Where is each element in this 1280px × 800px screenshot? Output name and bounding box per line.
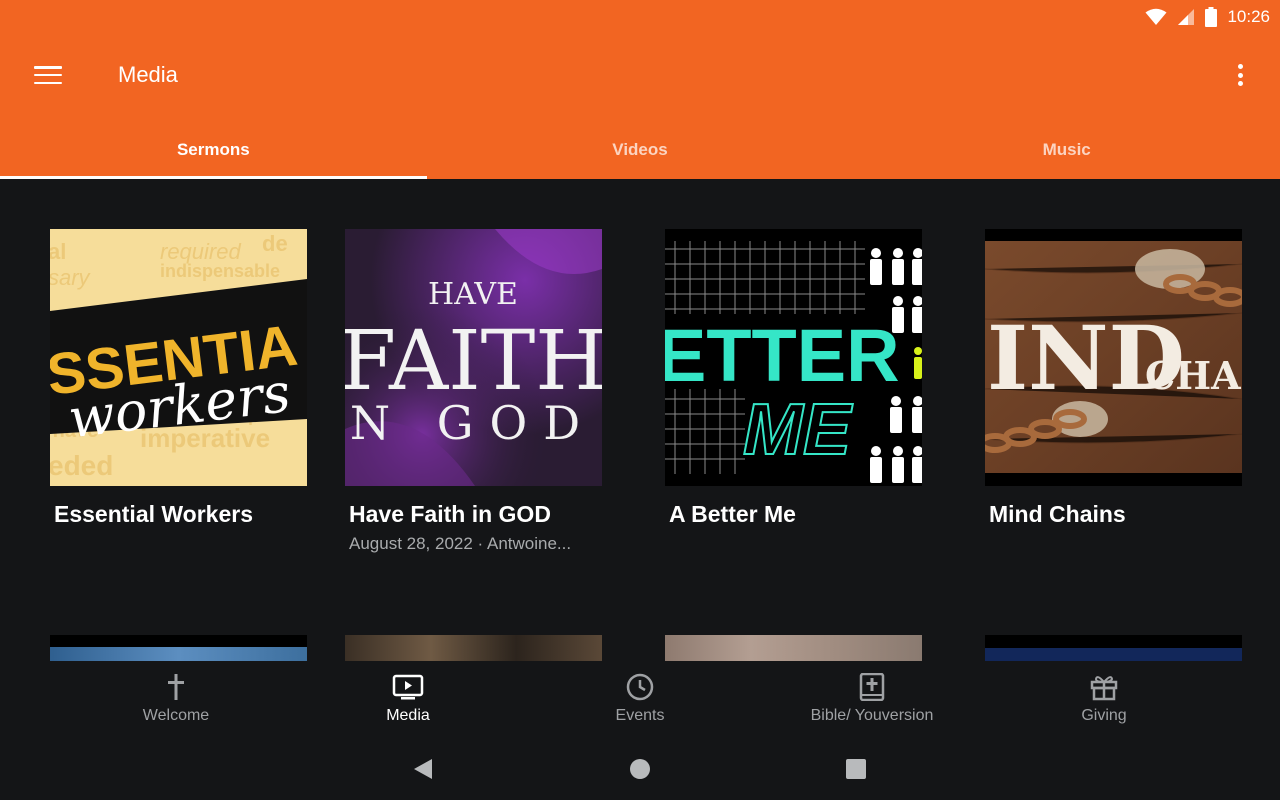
svg-text:indispensable: indispensable (160, 261, 280, 281)
recents-icon[interactable] (845, 758, 867, 780)
sermon-card[interactable]: IND CHAI Mind Chains (985, 229, 1242, 528)
nav-media[interactable]: Media (308, 661, 508, 741)
nav-giving[interactable]: Giving (1004, 661, 1204, 741)
nav-welcome[interactable]: Welcome (76, 661, 276, 741)
wifi-icon (1145, 8, 1167, 25)
svg-text:de: de (262, 231, 288, 256)
sermon-title: Mind Chains (989, 501, 1126, 527)
nav-bible[interactable]: Bible/ Youversion (772, 661, 972, 741)
sermon-artwork: al required de indispensable sary requis… (50, 229, 307, 486)
svg-text:FAITH: FAITH (345, 314, 602, 409)
system-navigation-bar (0, 741, 1280, 800)
app-bar: 10:26 Media Sermons Videos Music (0, 0, 1280, 179)
back-icon[interactable] (412, 757, 434, 781)
nav-label: Bible/ Youversion (810, 707, 934, 724)
sermon-grid: al required de indispensable sary requis… (0, 179, 1280, 661)
sermon-title: Have Faith in GOD (349, 501, 551, 527)
sermon-artwork: ETTER ME (665, 229, 922, 486)
tab-videos[interactable]: Videos (427, 120, 854, 179)
battery-icon (1205, 7, 1218, 27)
menu-icon[interactable] (34, 63, 62, 87)
sermon-title: A Better Me (669, 501, 796, 527)
svg-text:eded: eded (50, 450, 113, 481)
svg-text:al: al (50, 239, 66, 264)
sermon-card-partial[interactable] (345, 635, 602, 661)
bottom-navigation: Welcome Media Events Bible/ Youversion G… (0, 661, 1280, 741)
sermon-subtitle: August 28, 2022 · Antwoine... (349, 534, 572, 553)
sermon-card[interactable]: ETTER ME A Better Me (665, 229, 922, 528)
clock-icon (626, 673, 654, 701)
nav-label: Events (615, 707, 665, 724)
nav-events[interactable]: Events (540, 661, 740, 741)
sermon-artwork: HAVE FAITH N GOD (345, 229, 602, 486)
status-bar: 10:26 (1145, 5, 1270, 29)
cross-icon (168, 674, 184, 700)
nav-label: Giving (1081, 707, 1127, 724)
status-time: 10:26 (1227, 7, 1270, 26)
sermon-card[interactable]: al required de indispensable sary requis… (50, 229, 307, 528)
nav-label: Media (386, 707, 430, 724)
sermon-card-partial[interactable] (665, 635, 922, 661)
svg-text:sary: sary (50, 265, 92, 290)
signal-icon (1178, 9, 1195, 25)
tab-label: Sermons (176, 140, 250, 159)
gift-icon (1090, 676, 1118, 701)
nav-label: Welcome (142, 707, 210, 724)
sermon-card-partial[interactable] (50, 635, 307, 661)
svg-text:ETTER: ETTER (665, 314, 900, 397)
play-tv-icon (392, 674, 424, 700)
tab-label: Music (1042, 140, 1091, 159)
tab-sermons[interactable]: Sermons (0, 120, 427, 179)
svg-text:CHAI: CHAI (1145, 353, 1242, 398)
tab-music[interactable]: Music (853, 120, 1280, 179)
sermon-artwork: IND CHAI (985, 229, 1242, 486)
page-title: Media (118, 62, 178, 87)
bible-icon (859, 673, 885, 701)
sermon-title: Essential Workers (54, 501, 254, 527)
svg-text:HAVE: HAVE (428, 277, 518, 312)
home-icon[interactable] (629, 758, 651, 780)
tab-label: Videos (612, 140, 668, 159)
more-options-icon[interactable] (1230, 62, 1250, 88)
sermon-card-partial[interactable] (985, 635, 1242, 661)
svg-text:N GOD: N GOD (350, 396, 596, 450)
tab-bar: Sermons Videos Music (0, 120, 1280, 179)
svg-text:ME: ME (743, 390, 853, 470)
sermon-card[interactable]: HAVE FAITH N GOD Have Faith in GOD Augus… (345, 229, 602, 554)
